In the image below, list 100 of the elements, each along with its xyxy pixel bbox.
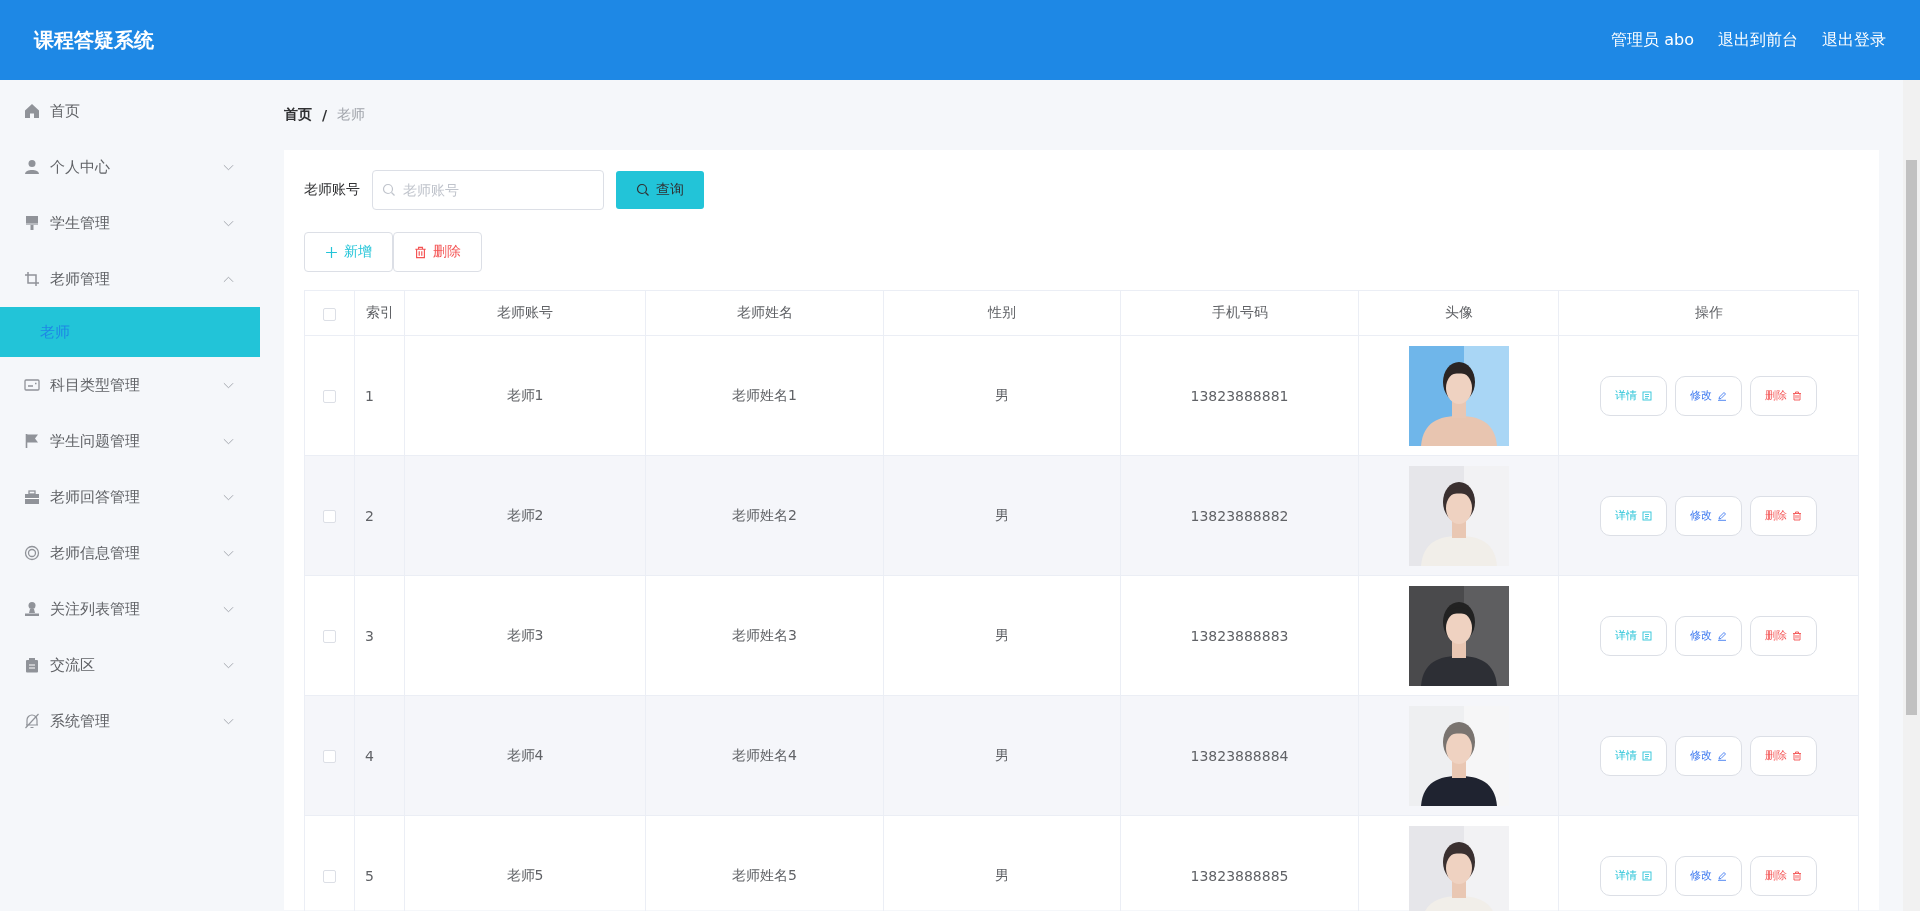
sidebar-item[interactable]: 学生问题管理: [0, 413, 260, 469]
search-field[interactable]: 老师账号: [372, 170, 604, 210]
search-icon: [382, 183, 396, 197]
chevron-down-icon: [223, 717, 234, 725]
column-header: 操作: [1558, 290, 1859, 336]
edit-button[interactable]: 修改: [1675, 615, 1742, 656]
trash-icon: [414, 245, 427, 259]
delete-button[interactable]: 删除: [1750, 495, 1817, 536]
scrollbar[interactable]: [1903, 80, 1920, 911]
row-checkbox[interactable]: [323, 630, 336, 643]
add-button[interactable]: 新增: [304, 232, 393, 272]
detail-button[interactable]: 详情: [1600, 855, 1667, 896]
sidebar-item[interactable]: 个人中心: [0, 139, 260, 195]
chevron-down-icon: [223, 661, 234, 669]
trash-icon: [1792, 390, 1802, 401]
sidebar-item[interactable]: 系统管理: [0, 693, 260, 749]
sidebar-item[interactable]: 关注列表管理: [0, 581, 260, 637]
row-checkbox[interactable]: [323, 750, 336, 763]
pencil-icon: [1717, 630, 1727, 641]
case-icon: [24, 489, 40, 505]
table-cell: 13823888882: [1120, 455, 1359, 576]
table-cell: 老师姓名2: [645, 455, 884, 576]
flag-icon: [24, 433, 40, 449]
edit-button[interactable]: 修改: [1675, 375, 1742, 416]
column-header: 手机号码: [1120, 290, 1359, 336]
table-cell: 老师姓名1: [645, 335, 884, 456]
document-icon: [1642, 630, 1652, 641]
bell-icon: [24, 713, 40, 729]
table-cell: 老师姓名4: [645, 695, 884, 816]
document-icon: [1642, 390, 1652, 401]
ring-icon: [24, 545, 40, 561]
table-cell: 男: [883, 575, 1121, 696]
edit-button[interactable]: 修改: [1675, 855, 1742, 896]
delete-button[interactable]: 删除: [1750, 855, 1817, 896]
row-checkbox[interactable]: [323, 510, 336, 523]
header-link[interactable]: 退出到前台: [1718, 29, 1798, 51]
sidebar-item[interactable]: 交流区: [0, 637, 260, 693]
detail-button[interactable]: 详情: [1600, 375, 1667, 416]
user-label: 管理员 abo: [1611, 29, 1694, 51]
table-cell: 老师1: [404, 335, 646, 456]
trash-icon: [1792, 750, 1802, 761]
column-header: 头像: [1358, 290, 1559, 336]
table-cell: 男: [883, 695, 1121, 816]
search-icon: [636, 183, 650, 197]
app-title: 课程答疑系统: [34, 26, 154, 54]
header-link[interactable]: 退出登录: [1822, 29, 1886, 51]
crop-icon: [24, 271, 40, 287]
column-header: 老师姓名: [645, 290, 884, 336]
chevron-down-icon: [223, 163, 234, 171]
sidebar-item[interactable]: 老师信息管理: [0, 525, 260, 581]
table-cell: 13823888884: [1120, 695, 1359, 816]
chevron-down-icon: [223, 549, 234, 557]
stamp-icon: [24, 601, 40, 617]
table-cell: 老师4: [404, 695, 646, 816]
delete-button[interactable]: 删除: [1750, 735, 1817, 776]
table-cell: 4: [354, 695, 405, 816]
clipboard-icon: [24, 657, 40, 673]
trash-icon: [1792, 510, 1802, 521]
row-checkbox[interactable]: [323, 870, 336, 883]
detail-button[interactable]: 详情: [1600, 495, 1667, 536]
select-all-checkbox[interactable]: [323, 307, 336, 321]
table-cell: 1: [354, 335, 405, 456]
trash-icon: [1792, 870, 1802, 881]
document-icon: [1642, 750, 1652, 761]
sidebar-item[interactable]: 科目类型管理: [0, 357, 260, 413]
search-label: 老师账号: [304, 181, 360, 199]
breadcrumb-separator: /: [322, 107, 328, 123]
scrollbar-thumb[interactable]: [1906, 160, 1917, 715]
document-icon: [1642, 870, 1652, 881]
column-header: 老师账号: [404, 290, 646, 336]
pencil-icon: [1717, 750, 1727, 761]
delete-button[interactable]: 删除: [1750, 375, 1817, 416]
pencil-icon: [1717, 390, 1727, 401]
chevron-down-icon: [223, 381, 234, 389]
sidebar-item[interactable]: 老师管理: [0, 251, 260, 307]
sidebar-item[interactable]: 首页: [0, 83, 260, 139]
chevron-down-icon: [223, 219, 234, 227]
chevron-down-icon: [223, 605, 234, 613]
table-cell: 13823888881: [1120, 335, 1359, 456]
column-header: 性别: [883, 290, 1121, 336]
breadcrumb-item: 老师: [337, 106, 366, 124]
sidebar-item[interactable]: 老师回答管理: [0, 469, 260, 525]
table-cell: 老师2: [404, 455, 646, 576]
row-checkbox[interactable]: [323, 390, 336, 403]
delete-button[interactable]: 删除: [1750, 615, 1817, 656]
table-cell: 男: [883, 335, 1121, 456]
search-button[interactable]: 查询: [616, 171, 704, 209]
edit-button[interactable]: 修改: [1675, 735, 1742, 776]
detail-button[interactable]: 详情: [1600, 735, 1667, 776]
edit-button[interactable]: 修改: [1675, 495, 1742, 536]
breadcrumb-item[interactable]: 首页: [284, 106, 312, 124]
table-cell: 13823888883: [1120, 575, 1359, 696]
sidebar-item[interactable]: 学生管理: [0, 195, 260, 251]
plus-icon: [325, 245, 338, 259]
document-icon: [1642, 510, 1652, 521]
table-cell: 老师姓名3: [645, 575, 884, 696]
delete-button[interactable]: 删除: [393, 232, 482, 272]
detail-button[interactable]: 详情: [1600, 615, 1667, 656]
brush-icon: [24, 215, 40, 231]
card-icon: [24, 377, 40, 393]
